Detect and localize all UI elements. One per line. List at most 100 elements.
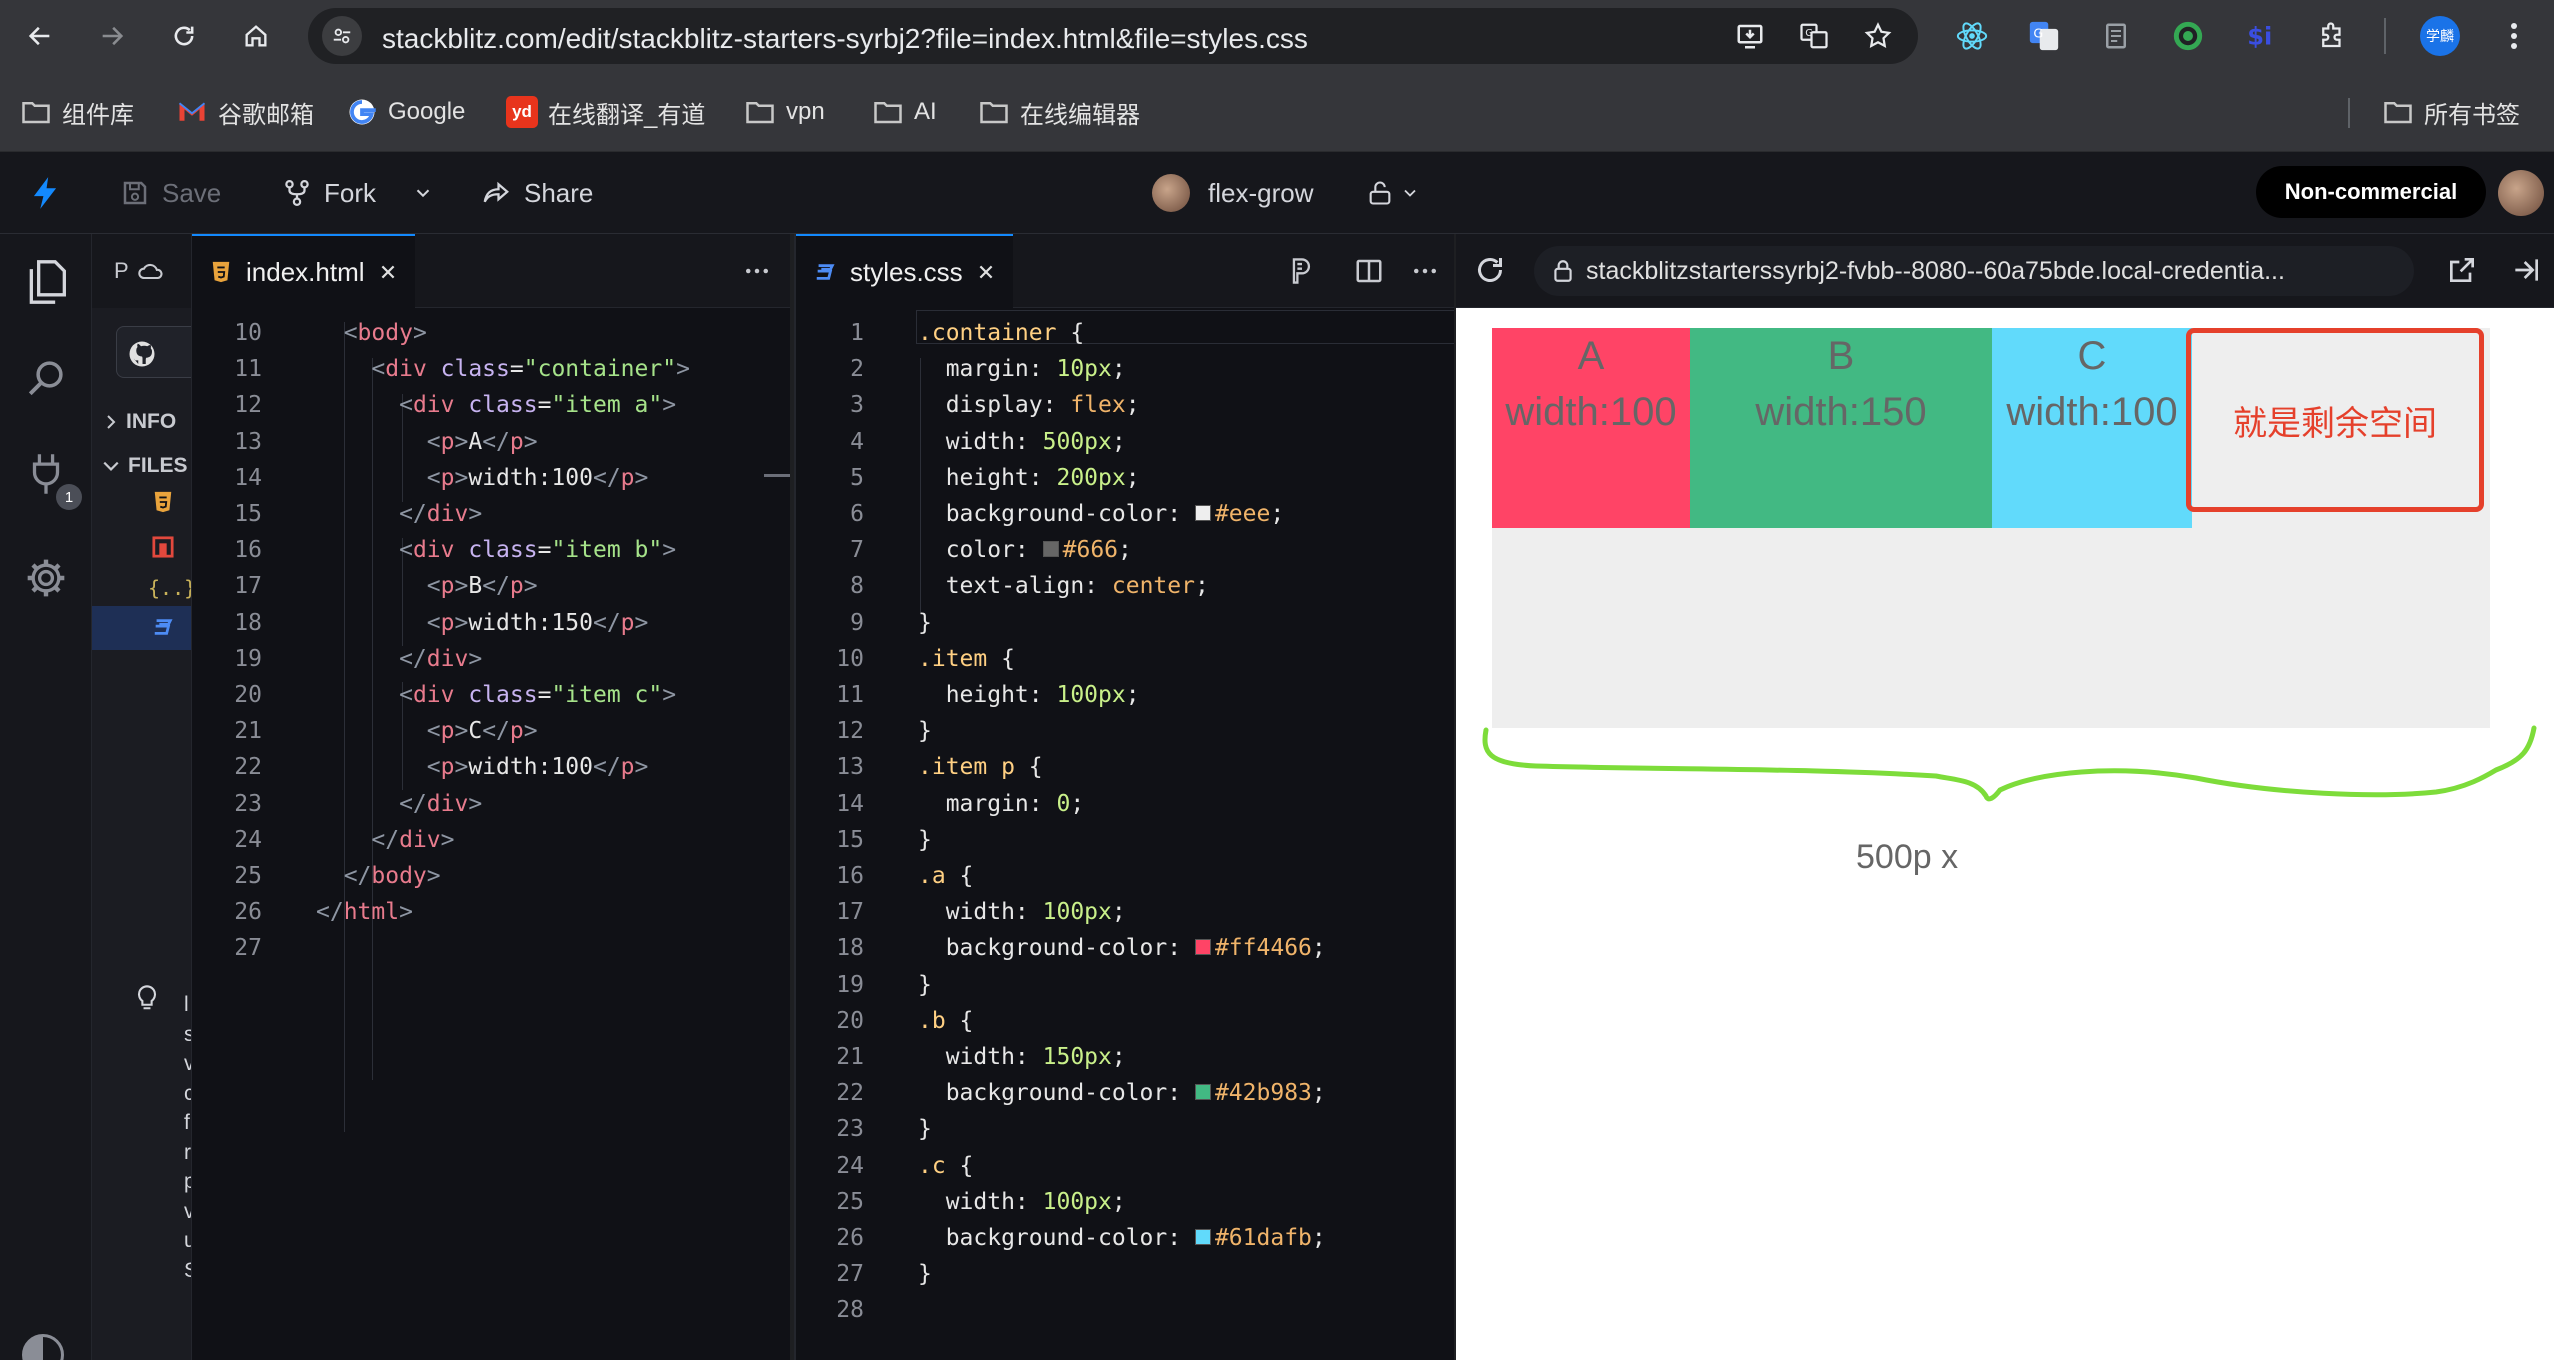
code-line[interactable]: 6 background-color: #eee; <box>796 496 1454 532</box>
color-swatch[interactable] <box>1042 540 1059 557</box>
bookmark-components[interactable]: 组件库 <box>20 94 134 130</box>
code-line[interactable]: 24 </div> <box>192 822 790 858</box>
bookmark-ai[interactable]: AI <box>872 94 937 130</box>
code-line[interactable]: 21 <p>C</p> <box>192 713 790 749</box>
code-line[interactable]: 13 .item p { <box>796 749 1454 785</box>
code-line[interactable]: 17 <p>B</p> <box>192 568 790 604</box>
prettier-button[interactable] <box>1288 256 1316 286</box>
code-line[interactable]: 11 height: 100px; <box>796 677 1454 713</box>
project-title[interactable]: flex-grow <box>1152 174 1313 212</box>
code-line[interactable]: 9} <box>796 605 1454 641</box>
explorer-button[interactable] <box>20 256 72 308</box>
profile-avatar[interactable]: 学麟 <box>2420 16 2460 56</box>
code-line[interactable]: 7 color: #666; <box>796 532 1454 568</box>
tab-index-html[interactable]: index.html <box>192 234 415 308</box>
reload-button[interactable] <box>162 14 206 58</box>
code-line[interactable]: 22 background-color: #42b983; <box>796 1075 1454 1111</box>
files-section-toggle[interactable]: FILES <box>92 446 191 486</box>
code-line[interactable]: 27} <box>796 1256 1454 1292</box>
tab-styles-css[interactable]: styles.css <box>796 234 1013 308</box>
license-badge[interactable]: Non-commercial <box>2256 166 2486 218</box>
markdown-file-item[interactable] <box>152 536 174 558</box>
preview-reload-button[interactable] <box>1472 252 1508 288</box>
code-line[interactable]: 4 width: 500px; <box>796 424 1454 460</box>
color-swatch[interactable] <box>1194 504 1211 521</box>
code-line[interactable]: 24 .c { <box>796 1148 1454 1184</box>
dollar-extension[interactable]: $i <box>2240 16 2280 56</box>
code-line[interactable]: 19} <box>796 967 1454 1003</box>
code-line[interactable]: 26 </html> <box>192 894 790 930</box>
html-file-item[interactable] <box>152 490 174 514</box>
code-line[interactable]: 26 background-color: #61dafb; <box>796 1220 1454 1256</box>
bookmark-google[interactable]: Google <box>346 94 465 130</box>
code-line[interactable]: 21 width: 150px; <box>796 1039 1454 1075</box>
collapse-preview-button[interactable] <box>2510 254 2542 286</box>
color-swatch[interactable] <box>1194 1228 1211 1245</box>
code-line[interactable]: 14 <p>width:100</p> <box>192 460 790 496</box>
code-line[interactable]: 16 <div class="item b"> <box>192 532 790 568</box>
css-file-item-selected[interactable] <box>92 606 191 650</box>
code-line[interactable]: 23 </div> <box>192 786 790 822</box>
code-line[interactable]: 16 .a { <box>796 858 1454 894</box>
back-button[interactable] <box>18 14 62 58</box>
code-line[interactable]: 2 margin: 10px; <box>796 351 1454 387</box>
json-file-item[interactable]: {..} <box>148 576 191 600</box>
code-line[interactable]: 12} <box>796 713 1454 749</box>
forward-button[interactable] <box>90 14 134 58</box>
code-line[interactable]: 15} <box>796 822 1454 858</box>
fork-options-button[interactable] <box>412 174 434 212</box>
color-swatch[interactable] <box>1194 1083 1211 1100</box>
save-button[interactable]: Save <box>120 174 221 212</box>
url-text[interactable]: stackblitz.com/edit/stackblitz-starters-… <box>382 23 1308 55</box>
code-line[interactable]: 20 <div class="item c"> <box>192 677 790 713</box>
info-section-toggle[interactable]: INFO <box>92 402 191 442</box>
search-button[interactable] <box>20 352 72 404</box>
close-icon[interactable] <box>977 263 995 281</box>
theme-toggle-icon[interactable] <box>22 1334 64 1360</box>
fork-button[interactable]: Fork <box>282 174 376 212</box>
code-line[interactable]: 11 <div class="container"> <box>192 351 790 387</box>
user-avatar[interactable] <box>2498 170 2544 216</box>
visibility-toggle[interactable] <box>1366 174 1420 212</box>
code-line[interactable]: 1 .container { <box>796 315 1454 351</box>
code-line[interactable]: 19 </div> <box>192 641 790 677</box>
code-line[interactable]: 17 width: 100px; <box>796 894 1454 930</box>
code-line[interactable]: 18 <p>width:150</p> <box>192 605 790 641</box>
editor-more-button[interactable] <box>1410 256 1440 286</box>
translate-button[interactable]: G <box>1798 20 1830 52</box>
browser-menu-button[interactable] <box>2494 16 2534 56</box>
code-line[interactable]: 5 height: 200px; <box>796 460 1454 496</box>
target-extension[interactable] <box>2168 16 2208 56</box>
split-editor-button[interactable] <box>1354 256 1384 286</box>
code-line[interactable]: 23} <box>796 1111 1454 1147</box>
reader-extension[interactable] <box>2096 16 2136 56</box>
code-line[interactable]: 14 margin: 0; <box>796 786 1454 822</box>
bookmark-vpn[interactable]: vpn <box>744 94 825 130</box>
code-line[interactable]: 3 display: flex; <box>796 387 1454 423</box>
code-line[interactable]: 25 </body> <box>192 858 790 894</box>
code-line[interactable]: 10 <body> <box>192 315 790 351</box>
preview-url-bar[interactable]: stackblitzstarterssyrbj2-fvbb--8080--60a… <box>1534 246 2414 296</box>
bookmark-online-editor[interactable]: 在线编辑器 <box>978 94 1140 130</box>
close-icon[interactable] <box>379 263 397 281</box>
code-line[interactable]: 25 width: 100px; <box>796 1184 1454 1220</box>
code-line[interactable]: 20 .b { <box>796 1003 1454 1039</box>
code-line[interactable]: 13 <p>A</p> <box>192 424 790 460</box>
code-line[interactable]: 15 </div> <box>192 496 790 532</box>
code-line[interactable]: 8 text-align: center; <box>796 568 1454 604</box>
bookmark-youdao[interactable]: yd 在线翻译_有道 <box>506 94 705 130</box>
settings-button[interactable] <box>20 552 72 604</box>
color-swatch[interactable] <box>1194 938 1211 955</box>
install-app-button[interactable] <box>1734 20 1766 52</box>
code-line[interactable]: 10 .item { <box>796 641 1454 677</box>
code-line[interactable]: 28 <box>796 1292 1454 1328</box>
react-devtools-extension[interactable] <box>1952 16 1992 56</box>
home-button[interactable] <box>234 14 278 58</box>
address-bar[interactable]: stackblitz.com/edit/stackblitz-starters-… <box>308 8 1918 64</box>
code-line[interactable]: 27 <box>192 930 790 966</box>
stackblitz-logo[interactable] <box>26 174 64 212</box>
editor-more-button[interactable] <box>742 256 772 286</box>
bookmark-gmail[interactable]: 谷歌邮箱 <box>176 94 314 130</box>
code-line[interactable]: 12 <div class="item a"> <box>192 387 790 423</box>
site-info-button[interactable] <box>322 16 362 56</box>
